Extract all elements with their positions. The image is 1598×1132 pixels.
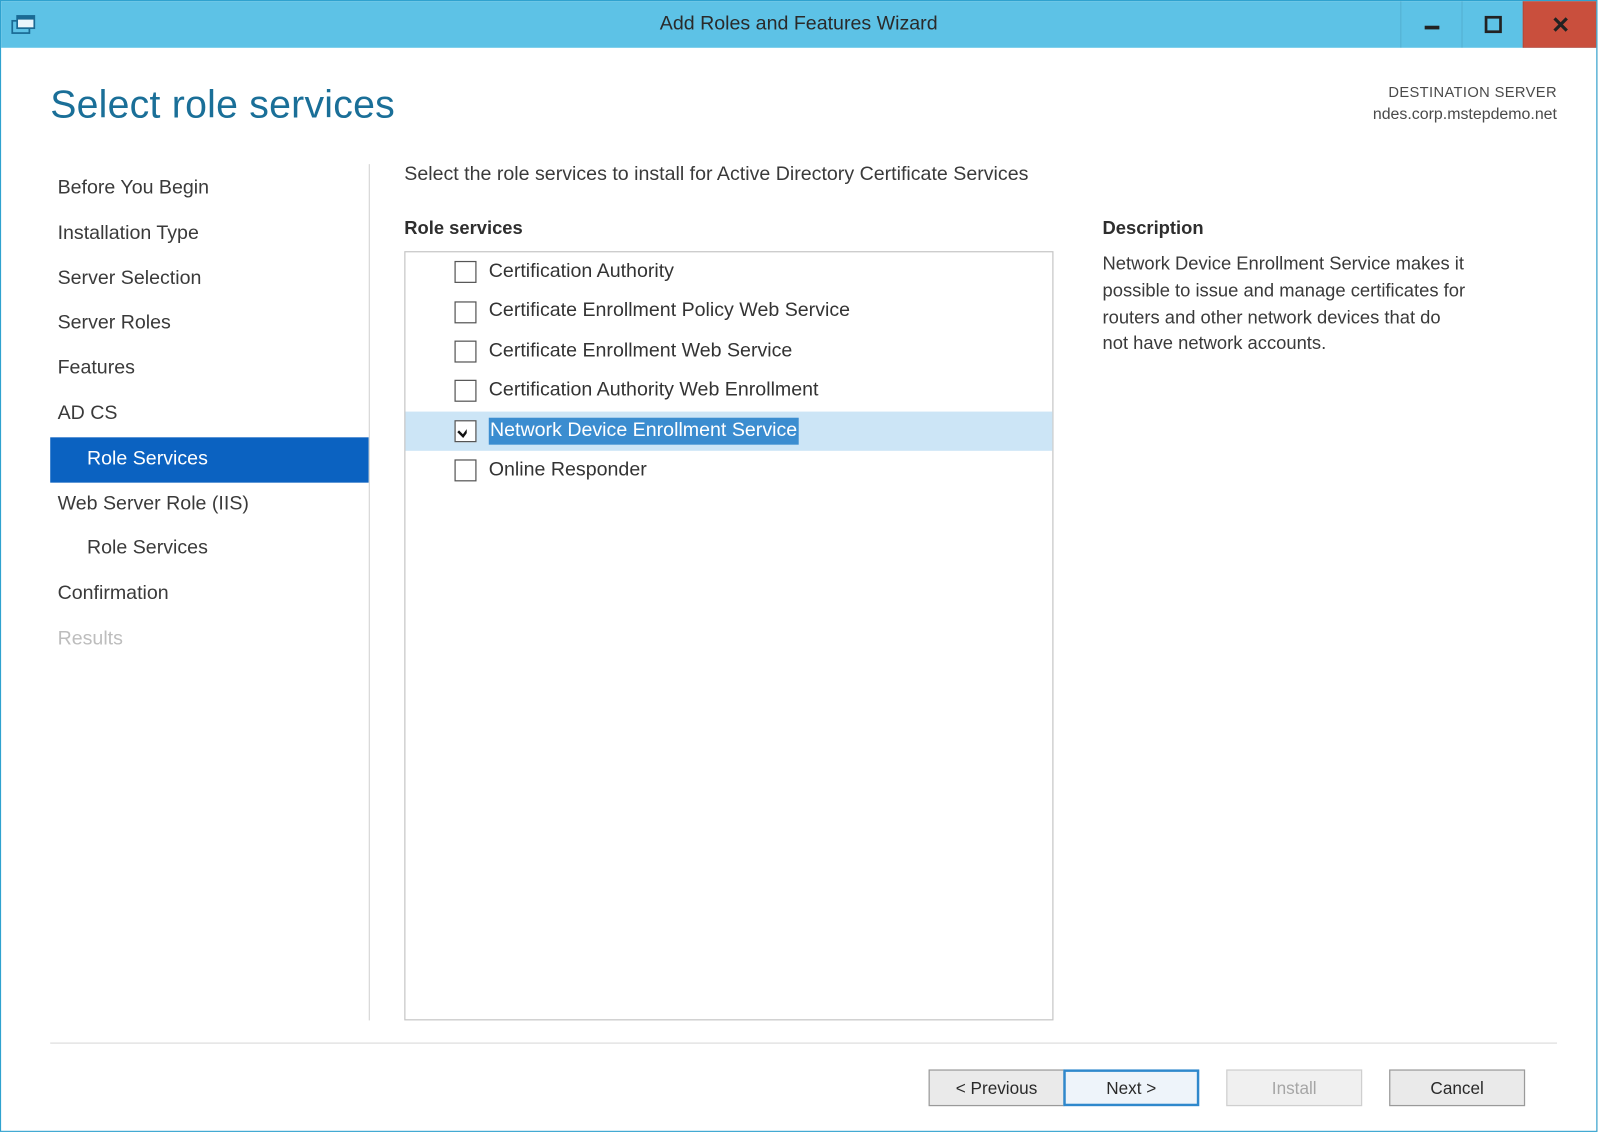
next-button[interactable]: Next > xyxy=(1063,1069,1199,1106)
role-item-cert-enrollment-policy[interactable]: Certificate Enrollment Policy Web Servic… xyxy=(405,292,1052,332)
destination-server-block: DESTINATION SERVER ndes.corp.mstepdemo.n… xyxy=(1373,82,1557,125)
step-features[interactable]: Features xyxy=(50,347,369,392)
wizard-steps-sidebar: Before You Begin Installation Type Serve… xyxy=(50,164,369,1020)
checkbox-icon[interactable] xyxy=(454,460,476,482)
description-label: Description xyxy=(1103,218,1471,239)
destination-label: DESTINATION SERVER xyxy=(1373,82,1557,103)
step-before-you-begin[interactable]: Before You Begin xyxy=(50,167,369,212)
window-controls xyxy=(1400,1,1596,48)
role-item-label: Online Responder xyxy=(489,457,647,484)
app-icon xyxy=(11,12,45,37)
destination-server-name: ndes.corp.mstepdemo.net xyxy=(1373,103,1557,125)
role-item-label: Network Device Enrollment Service xyxy=(489,417,799,444)
role-item-cert-enrollment-web[interactable]: Certificate Enrollment Web Service xyxy=(405,332,1052,372)
role-services-label: Role services xyxy=(404,218,1053,239)
role-item-ndes[interactable]: Network Device Enrollment Service xyxy=(405,411,1052,451)
step-adcs[interactable]: AD CS xyxy=(50,392,369,437)
main-content: Select the role services to install for … xyxy=(369,164,1557,1020)
titlebar[interactable]: Add Roles and Features Wizard xyxy=(1,1,1596,48)
step-results: Results xyxy=(50,617,369,662)
step-installation-type[interactable]: Installation Type xyxy=(50,212,369,257)
minimize-button[interactable] xyxy=(1400,1,1461,48)
close-button[interactable] xyxy=(1523,1,1597,48)
role-item-label: Certificate Enrollment Policy Web Servic… xyxy=(489,298,850,325)
checkbox-icon[interactable] xyxy=(454,420,476,442)
role-item-label: Certification Authority xyxy=(489,258,674,285)
step-server-roles[interactable]: Server Roles xyxy=(50,302,369,347)
cancel-button[interactable]: Cancel xyxy=(1389,1069,1525,1106)
step-web-server-role[interactable]: Web Server Role (IIS) xyxy=(50,482,369,527)
role-item-certification-authority[interactable]: Certification Authority xyxy=(405,252,1052,292)
role-item-ca-web-enrollment[interactable]: Certification Authority Web Enrollment xyxy=(405,371,1052,411)
role-item-label: Certificate Enrollment Web Service xyxy=(489,338,793,365)
step-server-selection[interactable]: Server Selection xyxy=(50,257,369,302)
role-services-listbox[interactable]: Certification Authority Certificate Enro… xyxy=(404,251,1053,1020)
previous-button[interactable]: < Previous xyxy=(929,1069,1065,1106)
step-confirmation[interactable]: Confirmation xyxy=(50,572,369,617)
page-title: Select role services xyxy=(50,82,395,127)
role-item-online-responder[interactable]: Online Responder xyxy=(405,451,1052,491)
description-text: Network Device Enrollment Service makes … xyxy=(1103,251,1471,358)
instruction-text: Select the role services to install for … xyxy=(404,164,1557,186)
wizard-window: Add Roles and Features Wizard Select rol… xyxy=(0,0,1597,1132)
checkbox-icon[interactable] xyxy=(454,380,476,402)
checkbox-icon[interactable] xyxy=(454,261,476,283)
checkbox-icon[interactable] xyxy=(454,341,476,363)
window-title: Add Roles and Features Wizard xyxy=(1,13,1596,35)
maximize-button[interactable] xyxy=(1461,1,1522,48)
step-iis-role-services[interactable]: Role Services xyxy=(50,527,369,572)
checkbox-icon[interactable] xyxy=(454,301,476,323)
wizard-footer: < Previous Next > Install Cancel xyxy=(50,1042,1557,1130)
wizard-body: Select role services DESTINATION SERVER … xyxy=(1,48,1596,1131)
install-button: Install xyxy=(1226,1069,1362,1106)
role-item-label: Certification Authority Web Enrollment xyxy=(489,378,819,405)
step-adcs-role-services[interactable]: Role Services xyxy=(50,437,369,482)
